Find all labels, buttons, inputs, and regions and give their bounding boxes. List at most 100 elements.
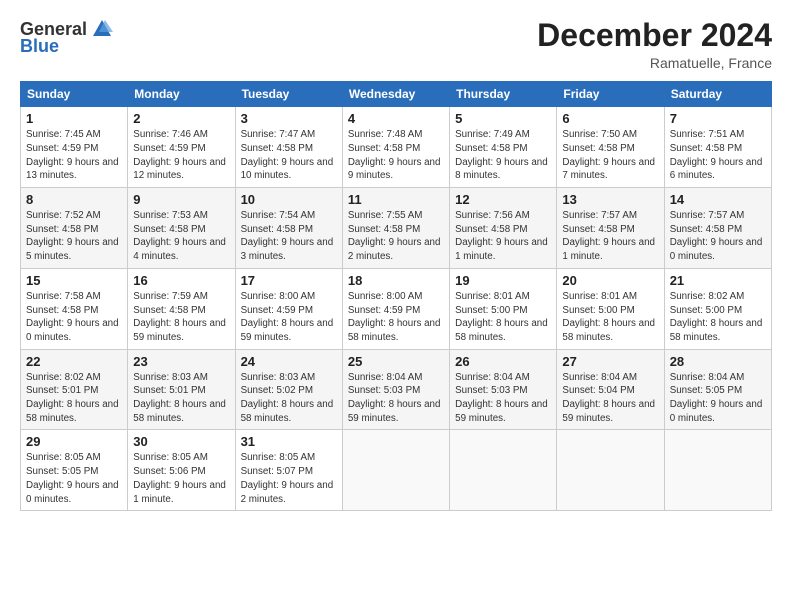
day-number: 7 bbox=[670, 111, 766, 126]
day-detail: Sunrise: 8:03 AMSunset: 5:02 PMDaylight:… bbox=[241, 371, 337, 426]
calendar-day-cell: 1 Sunrise: 7:45 AMSunset: 4:59 PMDaylight… bbox=[21, 107, 128, 188]
day-number: 1 bbox=[26, 111, 122, 126]
day-number: 10 bbox=[241, 192, 337, 207]
day-number: 29 bbox=[26, 434, 122, 449]
day-number: 8 bbox=[26, 192, 122, 207]
day-detail: Sunrise: 8:02 AMSunset: 5:01 PMDaylight:… bbox=[26, 371, 122, 426]
day-detail: Sunrise: 7:46 AMSunset: 4:59 PMDaylight:… bbox=[133, 128, 229, 183]
calendar-day-cell: 23 Sunrise: 8:03 AMSunset: 5:01 PMDayligh… bbox=[128, 349, 235, 430]
day-detail: Sunrise: 7:54 AMSunset: 4:58 PMDaylight:… bbox=[241, 209, 337, 264]
calendar-day-cell: 24 Sunrise: 8:03 AMSunset: 5:02 PMDayligh… bbox=[235, 349, 342, 430]
calendar-day-cell: 25 Sunrise: 8:04 AMSunset: 5:03 PMDayligh… bbox=[342, 349, 449, 430]
day-detail: Sunrise: 7:56 AMSunset: 4:58 PMDaylight:… bbox=[455, 209, 551, 264]
day-number: 14 bbox=[670, 192, 766, 207]
calendar-day-cell: 8 Sunrise: 7:52 AMSunset: 4:58 PMDaylight… bbox=[21, 188, 128, 269]
day-detail: Sunrise: 8:04 AMSunset: 5:03 PMDaylight:… bbox=[455, 371, 551, 426]
day-detail: Sunrise: 8:04 AMSunset: 5:03 PMDaylight:… bbox=[348, 371, 444, 426]
day-number: 12 bbox=[455, 192, 551, 207]
calendar-day-cell: 3 Sunrise: 7:47 AMSunset: 4:58 PMDaylight… bbox=[235, 107, 342, 188]
day-number: 26 bbox=[455, 354, 551, 369]
day-number: 31 bbox=[241, 434, 337, 449]
calendar-header-cell: Tuesday bbox=[235, 82, 342, 107]
day-number: 21 bbox=[670, 273, 766, 288]
calendar-week-row: 1 Sunrise: 7:45 AMSunset: 4:59 PMDaylight… bbox=[21, 107, 772, 188]
day-number: 11 bbox=[348, 192, 444, 207]
calendar-day-cell: 14 Sunrise: 7:57 AMSunset: 4:58 PMDayligh… bbox=[664, 188, 771, 269]
day-number: 24 bbox=[241, 354, 337, 369]
calendar-day-cell: 5 Sunrise: 7:49 AMSunset: 4:58 PMDaylight… bbox=[450, 107, 557, 188]
day-number: 22 bbox=[26, 354, 122, 369]
calendar-day-cell: 28 Sunrise: 8:04 AMSunset: 5:05 PMDayligh… bbox=[664, 349, 771, 430]
day-number: 23 bbox=[133, 354, 229, 369]
day-detail: Sunrise: 7:55 AMSunset: 4:58 PMDaylight:… bbox=[348, 209, 444, 264]
calendar-day-cell: 20 Sunrise: 8:01 AMSunset: 5:00 PMDayligh… bbox=[557, 268, 664, 349]
day-detail: Sunrise: 7:47 AMSunset: 4:58 PMDaylight:… bbox=[241, 128, 337, 183]
calendar-day-cell: 17 Sunrise: 8:00 AMSunset: 4:59 PMDayligh… bbox=[235, 268, 342, 349]
calendar-day-cell bbox=[450, 430, 557, 511]
day-detail: Sunrise: 7:49 AMSunset: 4:58 PMDaylight:… bbox=[455, 128, 551, 183]
day-number: 15 bbox=[26, 273, 122, 288]
calendar-week-row: 15 Sunrise: 7:58 AMSunset: 4:58 PMDayligh… bbox=[21, 268, 772, 349]
day-detail: Sunrise: 8:03 AMSunset: 5:01 PMDaylight:… bbox=[133, 371, 229, 426]
calendar-day-cell: 16 Sunrise: 7:59 AMSunset: 4:58 PMDayligh… bbox=[128, 268, 235, 349]
day-detail: Sunrise: 8:05 AMSunset: 5:07 PMDaylight:… bbox=[241, 451, 337, 506]
logo: General Blue bbox=[20, 18, 113, 57]
day-detail: Sunrise: 7:58 AMSunset: 4:58 PMDaylight:… bbox=[26, 290, 122, 345]
calendar-day-cell: 29 Sunrise: 8:05 AMSunset: 5:05 PMDayligh… bbox=[21, 430, 128, 511]
day-detail: Sunrise: 8:01 AMSunset: 5:00 PMDaylight:… bbox=[562, 290, 658, 345]
page: General Blue December 2024 Ramatuelle, F… bbox=[0, 0, 792, 521]
calendar-day-cell: 9 Sunrise: 7:53 AMSunset: 4:58 PMDaylight… bbox=[128, 188, 235, 269]
calendar-day-cell: 10 Sunrise: 7:54 AMSunset: 4:58 PMDayligh… bbox=[235, 188, 342, 269]
day-number: 2 bbox=[133, 111, 229, 126]
day-detail: Sunrise: 8:05 AMSunset: 5:05 PMDaylight:… bbox=[26, 451, 122, 506]
day-number: 3 bbox=[241, 111, 337, 126]
day-detail: Sunrise: 7:53 AMSunset: 4:58 PMDaylight:… bbox=[133, 209, 229, 264]
calendar-day-cell: 6Sunrise: 7:50 AMSunset: 4:58 PMDaylight… bbox=[557, 107, 664, 188]
calendar-day-cell: 13Sunrise: 7:57 AMSunset: 4:58 PMDayligh… bbox=[557, 188, 664, 269]
day-number: 13 bbox=[562, 192, 658, 207]
day-number: 25 bbox=[348, 354, 444, 369]
logo-blue-text: Blue bbox=[20, 36, 59, 57]
calendar-header-row: SundayMondayTuesdayWednesdayThursdayFrid… bbox=[21, 82, 772, 107]
day-detail: Sunrise: 8:05 AMSunset: 5:06 PMDaylight:… bbox=[133, 451, 229, 506]
calendar-day-cell: 19 Sunrise: 8:01 AMSunset: 5:00 PMDayligh… bbox=[450, 268, 557, 349]
calendar-table: SundayMondayTuesdayWednesdayThursdayFrid… bbox=[20, 81, 772, 511]
calendar-day-cell: 30 Sunrise: 8:05 AMSunset: 5:06 PMDayligh… bbox=[128, 430, 235, 511]
day-detail: Sunrise: 8:04 AMSunset: 5:05 PMDaylight:… bbox=[670, 371, 766, 426]
calendar-day-cell: 4 Sunrise: 7:48 AMSunset: 4:58 PMDaylight… bbox=[342, 107, 449, 188]
calendar-day-cell bbox=[342, 430, 449, 511]
calendar-day-cell: 15 Sunrise: 7:58 AMSunset: 4:58 PMDayligh… bbox=[21, 268, 128, 349]
calendar-week-row: 8 Sunrise: 7:52 AMSunset: 4:58 PMDaylight… bbox=[21, 188, 772, 269]
calendar-day-cell: 27Sunrise: 8:04 AMSunset: 5:04 PMDayligh… bbox=[557, 349, 664, 430]
day-detail: Sunrise: 8:04 AMSunset: 5:04 PMDaylight:… bbox=[562, 371, 658, 426]
day-number: 20 bbox=[562, 273, 658, 288]
day-detail: Sunrise: 8:01 AMSunset: 5:00 PMDaylight:… bbox=[455, 290, 551, 345]
day-number: 30 bbox=[133, 434, 229, 449]
day-detail: Sunrise: 7:57 AMSunset: 4:58 PMDaylight:… bbox=[670, 209, 766, 264]
day-number: 5 bbox=[455, 111, 551, 126]
calendar-body: 1 Sunrise: 7:45 AMSunset: 4:59 PMDaylight… bbox=[21, 107, 772, 511]
calendar-week-row: 22 Sunrise: 8:02 AMSunset: 5:01 PMDayligh… bbox=[21, 349, 772, 430]
day-detail: Sunrise: 8:00 AMSunset: 4:59 PMDaylight:… bbox=[348, 290, 444, 345]
logo-icon bbox=[91, 18, 113, 40]
day-number: 19 bbox=[455, 273, 551, 288]
calendar-day-cell bbox=[664, 430, 771, 511]
day-detail: Sunrise: 8:00 AMSunset: 4:59 PMDaylight:… bbox=[241, 290, 337, 345]
calendar-day-cell: 7Sunrise: 7:51 AMSunset: 4:58 PMDaylight… bbox=[664, 107, 771, 188]
day-number: 6 bbox=[562, 111, 658, 126]
calendar-day-cell: 12 Sunrise: 7:56 AMSunset: 4:58 PMDayligh… bbox=[450, 188, 557, 269]
day-detail: Sunrise: 7:48 AMSunset: 4:58 PMDaylight:… bbox=[348, 128, 444, 183]
day-number: 17 bbox=[241, 273, 337, 288]
day-number: 28 bbox=[670, 354, 766, 369]
day-detail: Sunrise: 7:52 AMSunset: 4:58 PMDaylight:… bbox=[26, 209, 122, 264]
day-number: 16 bbox=[133, 273, 229, 288]
calendar-day-cell: 31 Sunrise: 8:05 AMSunset: 5:07 PMDayligh… bbox=[235, 430, 342, 511]
calendar-week-row: 29 Sunrise: 8:05 AMSunset: 5:05 PMDayligh… bbox=[21, 430, 772, 511]
day-number: 4 bbox=[348, 111, 444, 126]
month-title: December 2024 bbox=[537, 18, 772, 53]
day-number: 9 bbox=[133, 192, 229, 207]
day-detail: Sunrise: 7:59 AMSunset: 4:58 PMDaylight:… bbox=[133, 290, 229, 345]
day-detail: Sunrise: 7:45 AMSunset: 4:59 PMDaylight:… bbox=[26, 128, 122, 183]
calendar-day-cell: 26 Sunrise: 8:04 AMSunset: 5:03 PMDayligh… bbox=[450, 349, 557, 430]
day-number: 18 bbox=[348, 273, 444, 288]
